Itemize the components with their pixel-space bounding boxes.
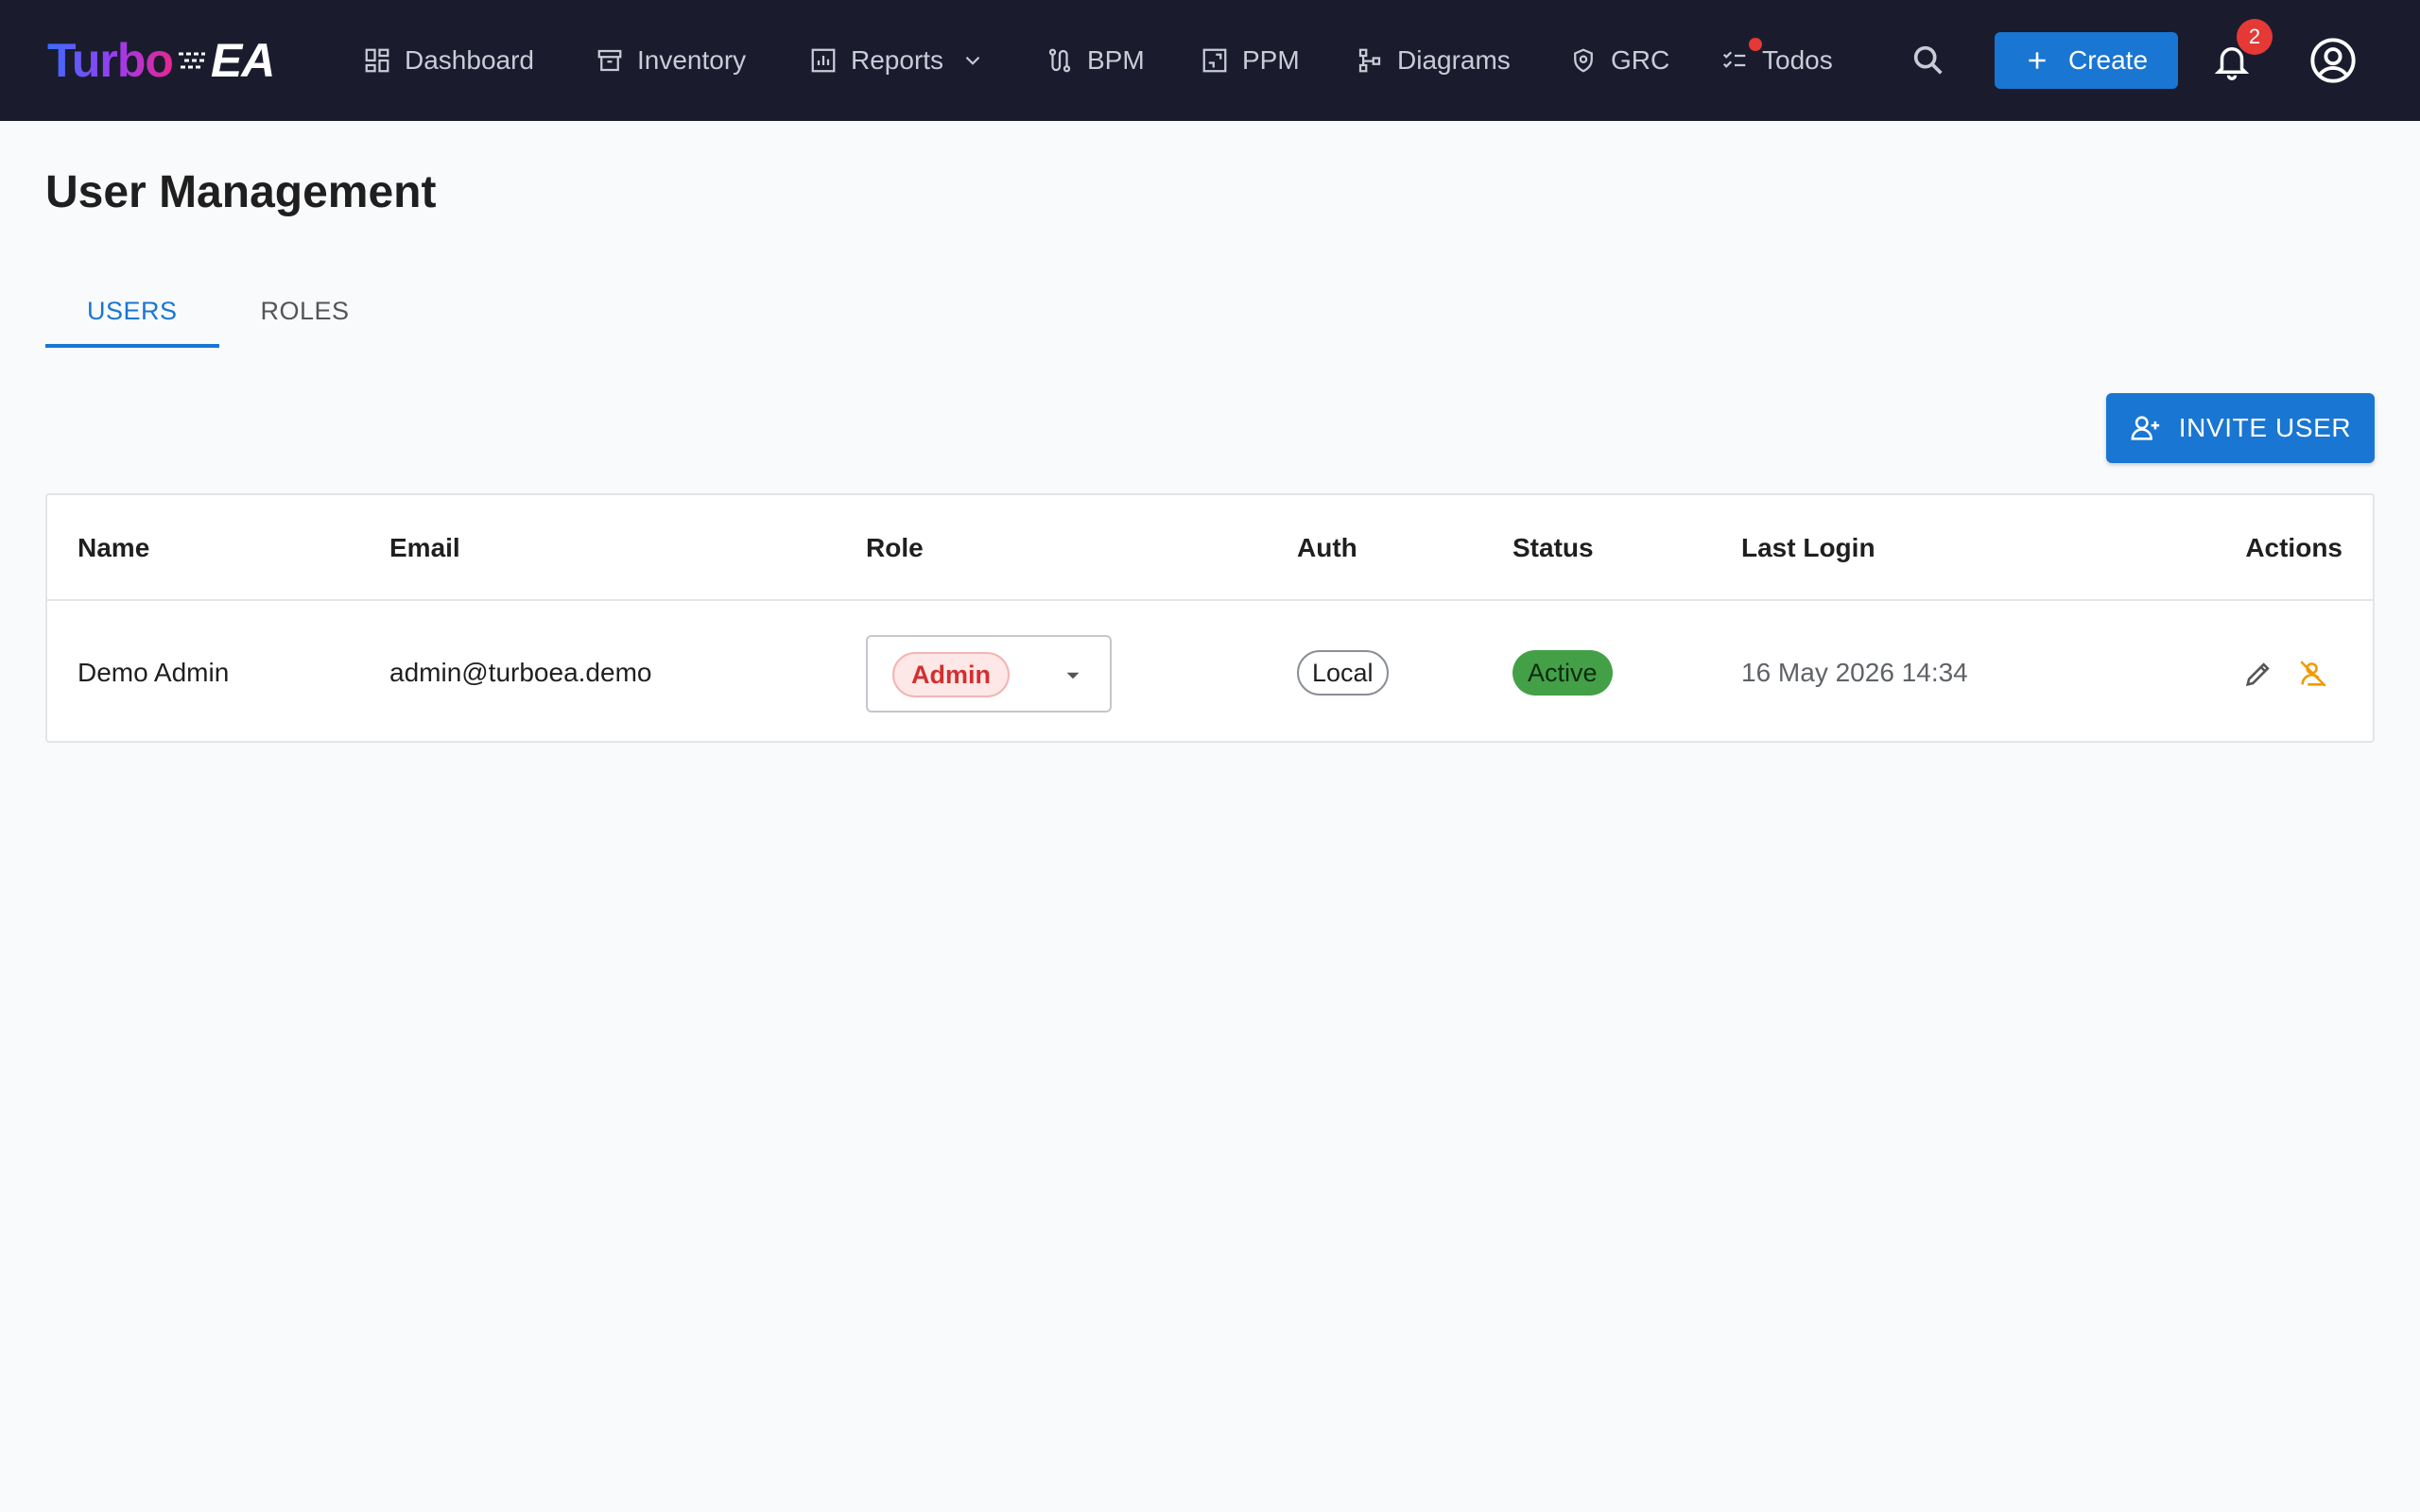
archive-icon [597,49,622,72]
nav-bpm-label: BPM [1087,45,1145,75]
deactivate-user-icon[interactable] [2297,658,2329,690]
logo-text-turbo: Turbo [47,34,174,87]
column-header-name[interactable]: Name [78,495,149,601]
page-title: User Management [45,167,437,217]
status-badge: Active [1512,650,1613,696]
table-header-row: Name Email Role Auth Status Last Login A… [47,495,2373,601]
account-circle-icon[interactable] [2308,36,2358,85]
table-row: Demo Admin admin@turboea.demo Admin Loca… [47,603,2373,743]
cell-email: admin@turboea.demo [389,658,652,687]
route-icon [1048,48,1071,73]
nav-grc[interactable]: GRC [1569,38,1669,83]
auth-chip: Local [1297,650,1389,696]
notification-count-badge: 2 [2237,19,2273,55]
plus-icon [2029,52,2046,69]
nav-todos-label: Todos [1762,45,1833,75]
nav-reports[interactable]: Reports [809,38,985,83]
project-icon [1202,48,1227,73]
nav-todos[interactable]: Todos [1720,38,1833,83]
nav-reports-label: Reports [851,45,944,75]
column-header-last-login[interactable]: Last Login [1741,495,1876,601]
person-add-icon [2131,416,2159,440]
edit-icon[interactable] [2242,658,2274,690]
checklist-icon [1722,51,1746,68]
cell-name: Demo Admin [78,658,230,687]
nav-dashboard[interactable]: Dashboard [363,38,534,83]
create-button-label: Create [2067,45,2149,75]
cell-auth: Local [1297,603,1389,743]
chevron-down-icon [965,56,980,65]
tab-bar: USERS ROLES [45,274,391,348]
shield-icon [1574,48,1593,73]
users-table: Name Email Role Auth Status Last Login A… [45,493,2375,743]
bar-chart-icon [811,48,836,73]
column-header-email[interactable]: Email [389,495,460,601]
invite-user-label: INVITE USER [2178,413,2352,442]
nav-inventory[interactable]: Inventory [596,38,746,83]
column-header-role[interactable]: Role [866,495,924,601]
create-button[interactable]: Create [1995,32,2178,89]
top-navigation-bar: Turbo EA Dashboard Inventory Reports BPM… [0,0,2420,121]
nav-inventory-label: Inventory [637,45,747,75]
nav-bpm[interactable]: BPM [1046,38,1145,83]
speed-lines-icon [178,52,207,69]
dashboard-icon [365,48,389,73]
nav-ppm[interactable]: PPM [1201,38,1300,83]
tab-roles[interactable]: ROLES [219,274,391,348]
column-header-status[interactable]: Status [1512,495,1594,601]
column-header-auth[interactable]: Auth [1297,495,1357,601]
nav-grc-label: GRC [1611,45,1670,75]
cell-status: Active [1512,603,1613,743]
nav-ppm-label: PPM [1242,45,1300,75]
logo-text-ea: EA [210,34,275,87]
role-chip: Admin [892,652,1010,697]
search-icon[interactable] [1910,42,1947,79]
tab-users[interactable]: USERS [45,274,219,348]
column-header-actions: Actions [2245,533,2342,562]
hierarchy-icon [1358,48,1381,73]
nav-dashboard-label: Dashboard [405,45,534,75]
app-logo[interactable]: Turbo EA [47,34,275,87]
dropdown-arrow-icon [1066,672,1080,679]
nav-diagrams-label: Diagrams [1397,45,1511,75]
nav-diagrams[interactable]: Diagrams [1356,38,1511,83]
invite-user-button[interactable]: INVITE USER [2106,393,2375,463]
todos-unread-dot [1749,38,1762,51]
cell-last-login: 16 May 2026 14:34 [1741,658,1968,687]
role-select[interactable]: Admin [866,635,1112,713]
